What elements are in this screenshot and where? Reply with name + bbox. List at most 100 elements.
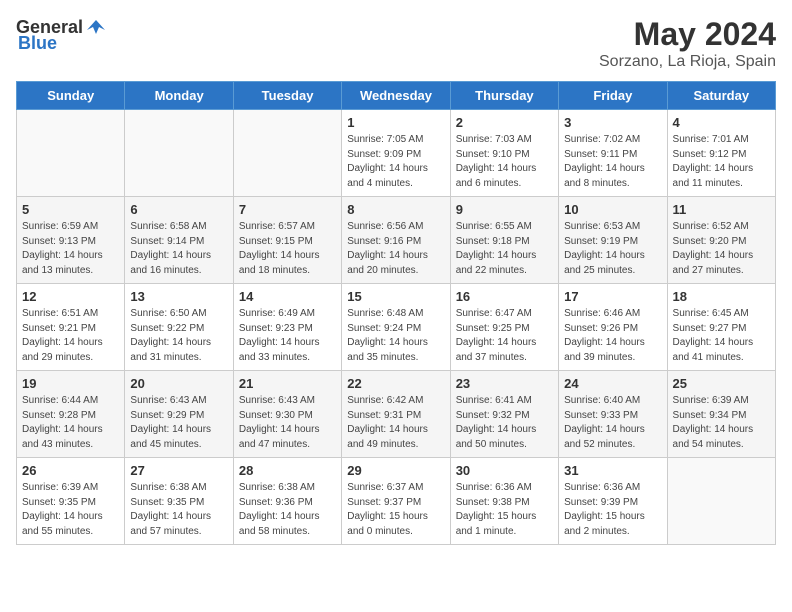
day-number: 10: [564, 202, 661, 217]
day-number: 5: [22, 202, 119, 217]
day-info: Sunrise: 6:38 AM Sunset: 9:35 PM Dayligh…: [130, 481, 227, 539]
day-info: Sunrise: 6:37 AM Sunset: 9:37 PM Dayligh…: [347, 481, 444, 539]
day-number: 13: [130, 289, 227, 304]
day-number: 24: [564, 376, 661, 391]
calendar-cell: 18 Sunrise: 6:45 AM Sunset: 9:27 PM Dayli…: [667, 284, 775, 371]
day-number: 11: [673, 202, 770, 217]
calendar-cell: 19 Sunrise: 6:44 AM Sunset: 9:28 PM Dayli…: [17, 371, 125, 458]
calendar-week-row: 1 Sunrise: 7:05 AM Sunset: 9:09 PM Daylig…: [17, 110, 776, 197]
day-info: Sunrise: 6:48 AM Sunset: 9:24 PM Dayligh…: [347, 307, 444, 365]
day-number: 22: [347, 376, 444, 391]
day-info: Sunrise: 7:01 AM Sunset: 9:12 PM Dayligh…: [673, 133, 770, 191]
day-number: 14: [239, 289, 336, 304]
calendar-table: SundayMondayTuesdayWednesdayThursdayFrid…: [16, 81, 776, 545]
day-number: 9: [456, 202, 553, 217]
day-info: Sunrise: 6:39 AM Sunset: 9:34 PM Dayligh…: [673, 394, 770, 452]
calendar-cell: 12 Sunrise: 6:51 AM Sunset: 9:21 PM Dayli…: [17, 284, 125, 371]
day-info: Sunrise: 7:02 AM Sunset: 9:11 PM Dayligh…: [564, 133, 661, 191]
weekday-header-sunday: Sunday: [17, 82, 125, 110]
day-info: Sunrise: 6:59 AM Sunset: 9:13 PM Dayligh…: [22, 220, 119, 278]
day-info: Sunrise: 7:05 AM Sunset: 9:09 PM Dayligh…: [347, 133, 444, 191]
day-number: 31: [564, 463, 661, 478]
calendar-week-row: 26 Sunrise: 6:39 AM Sunset: 9:35 PM Dayli…: [17, 458, 776, 545]
day-info: Sunrise: 6:36 AM Sunset: 9:39 PM Dayligh…: [564, 481, 661, 539]
day-info: Sunrise: 6:46 AM Sunset: 9:26 PM Dayligh…: [564, 307, 661, 365]
day-number: 3: [564, 115, 661, 130]
day-number: 26: [22, 463, 119, 478]
calendar-cell: [233, 110, 341, 197]
day-number: 25: [673, 376, 770, 391]
weekday-header-wednesday: Wednesday: [342, 82, 450, 110]
calendar-cell: 14 Sunrise: 6:49 AM Sunset: 9:23 PM Dayli…: [233, 284, 341, 371]
day-info: Sunrise: 6:41 AM Sunset: 9:32 PM Dayligh…: [456, 394, 553, 452]
day-info: Sunrise: 6:40 AM Sunset: 9:33 PM Dayligh…: [564, 394, 661, 452]
day-info: Sunrise: 6:50 AM Sunset: 9:22 PM Dayligh…: [130, 307, 227, 365]
day-number: 12: [22, 289, 119, 304]
day-info: Sunrise: 6:47 AM Sunset: 9:25 PM Dayligh…: [456, 307, 553, 365]
day-info: Sunrise: 6:53 AM Sunset: 9:19 PM Dayligh…: [564, 220, 661, 278]
day-info: Sunrise: 6:43 AM Sunset: 9:30 PM Dayligh…: [239, 394, 336, 452]
day-info: Sunrise: 6:43 AM Sunset: 9:29 PM Dayligh…: [130, 394, 227, 452]
logo: General Blue: [16, 16, 107, 52]
day-info: Sunrise: 6:58 AM Sunset: 9:14 PM Dayligh…: [130, 220, 227, 278]
calendar-subtitle: Sorzano, La Rioja, Spain: [599, 53, 776, 71]
weekday-header-thursday: Thursday: [450, 82, 558, 110]
calendar-cell: 28 Sunrise: 6:38 AM Sunset: 9:36 PM Dayli…: [233, 458, 341, 545]
day-number: 20: [130, 376, 227, 391]
day-info: Sunrise: 6:38 AM Sunset: 9:36 PM Dayligh…: [239, 481, 336, 539]
day-info: Sunrise: 6:39 AM Sunset: 9:35 PM Dayligh…: [22, 481, 119, 539]
day-info: Sunrise: 6:45 AM Sunset: 9:27 PM Dayligh…: [673, 307, 770, 365]
calendar-cell: 9 Sunrise: 6:55 AM Sunset: 9:18 PM Daylig…: [450, 197, 558, 284]
day-info: Sunrise: 6:51 AM Sunset: 9:21 PM Dayligh…: [22, 307, 119, 365]
calendar-cell: 6 Sunrise: 6:58 AM Sunset: 9:14 PM Daylig…: [125, 197, 233, 284]
day-info: Sunrise: 6:42 AM Sunset: 9:31 PM Dayligh…: [347, 394, 444, 452]
logo-bird-icon: [85, 16, 107, 38]
calendar-cell: 30Sunrise: 6:36 AM Sunset: 9:38 PM Dayli…: [450, 458, 558, 545]
calendar-week-row: 12 Sunrise: 6:51 AM Sunset: 9:21 PM Dayli…: [17, 284, 776, 371]
day-number: 17: [564, 289, 661, 304]
weekday-header-tuesday: Tuesday: [233, 82, 341, 110]
calendar-cell: 25 Sunrise: 6:39 AM Sunset: 9:34 PM Dayli…: [667, 371, 775, 458]
calendar-cell: 27Sunrise: 6:38 AM Sunset: 9:35 PM Dayli…: [125, 458, 233, 545]
day-number: 1: [347, 115, 444, 130]
day-number: 21: [239, 376, 336, 391]
day-info: Sunrise: 6:56 AM Sunset: 9:16 PM Dayligh…: [347, 220, 444, 278]
day-info: Sunrise: 6:44 AM Sunset: 9:28 PM Dayligh…: [22, 394, 119, 452]
calendar-title: May 2024: [599, 16, 776, 53]
day-number: 28: [239, 463, 336, 478]
calendar-cell: 24 Sunrise: 6:40 AM Sunset: 9:33 PM Dayli…: [559, 371, 667, 458]
calendar-cell: 1 Sunrise: 7:05 AM Sunset: 9:09 PM Daylig…: [342, 110, 450, 197]
day-info: Sunrise: 6:36 AM Sunset: 9:38 PM Dayligh…: [456, 481, 553, 539]
calendar-cell: 31 Sunrise: 6:36 AM Sunset: 9:39 PM Dayli…: [559, 458, 667, 545]
calendar-cell: 8Sunrise: 6:56 AM Sunset: 9:16 PM Daylig…: [342, 197, 450, 284]
calendar-cell: 17 Sunrise: 6:46 AM Sunset: 9:26 PM Dayli…: [559, 284, 667, 371]
calendar-cell: 21 Sunrise: 6:43 AM Sunset: 9:30 PM Dayli…: [233, 371, 341, 458]
day-info: Sunrise: 6:57 AM Sunset: 9:15 PM Dayligh…: [239, 220, 336, 278]
day-number: 15: [347, 289, 444, 304]
page-header: General Blue May 2024 Sorzano, La Rioja,…: [16, 16, 776, 71]
weekday-header-friday: Friday: [559, 82, 667, 110]
weekday-header-row: SundayMondayTuesdayWednesdayThursdayFrid…: [17, 82, 776, 110]
calendar-cell: 11 Sunrise: 6:52 AM Sunset: 9:20 PM Dayli…: [667, 197, 775, 284]
title-section: May 2024 Sorzano, La Rioja, Spain: [599, 16, 776, 71]
day-number: 16: [456, 289, 553, 304]
day-number: 18: [673, 289, 770, 304]
calendar-cell: 26 Sunrise: 6:39 AM Sunset: 9:35 PM Dayli…: [17, 458, 125, 545]
day-info: Sunrise: 6:55 AM Sunset: 9:18 PM Dayligh…: [456, 220, 553, 278]
calendar-cell: [125, 110, 233, 197]
calendar-cell: 16 Sunrise: 6:47 AM Sunset: 9:25 PM Dayli…: [450, 284, 558, 371]
day-number: 19: [22, 376, 119, 391]
day-number: 29: [347, 463, 444, 478]
logo-blue-text: Blue: [18, 34, 57, 52]
calendar-cell: 29 Sunrise: 6:37 AM Sunset: 9:37 PM Dayli…: [342, 458, 450, 545]
calendar-cell: [667, 458, 775, 545]
day-info: Sunrise: 6:52 AM Sunset: 9:20 PM Dayligh…: [673, 220, 770, 278]
calendar-cell: 20 Sunrise: 6:43 AM Sunset: 9:29 PM Dayli…: [125, 371, 233, 458]
weekday-header-monday: Monday: [125, 82, 233, 110]
day-number: 7: [239, 202, 336, 217]
calendar-cell: 3 Sunrise: 7:02 AM Sunset: 9:11 PM Daylig…: [559, 110, 667, 197]
calendar-cell: 4Sunrise: 7:01 AM Sunset: 9:12 PM Daylig…: [667, 110, 775, 197]
day-number: 6: [130, 202, 227, 217]
day-number: 23: [456, 376, 553, 391]
day-info: Sunrise: 6:49 AM Sunset: 9:23 PM Dayligh…: [239, 307, 336, 365]
